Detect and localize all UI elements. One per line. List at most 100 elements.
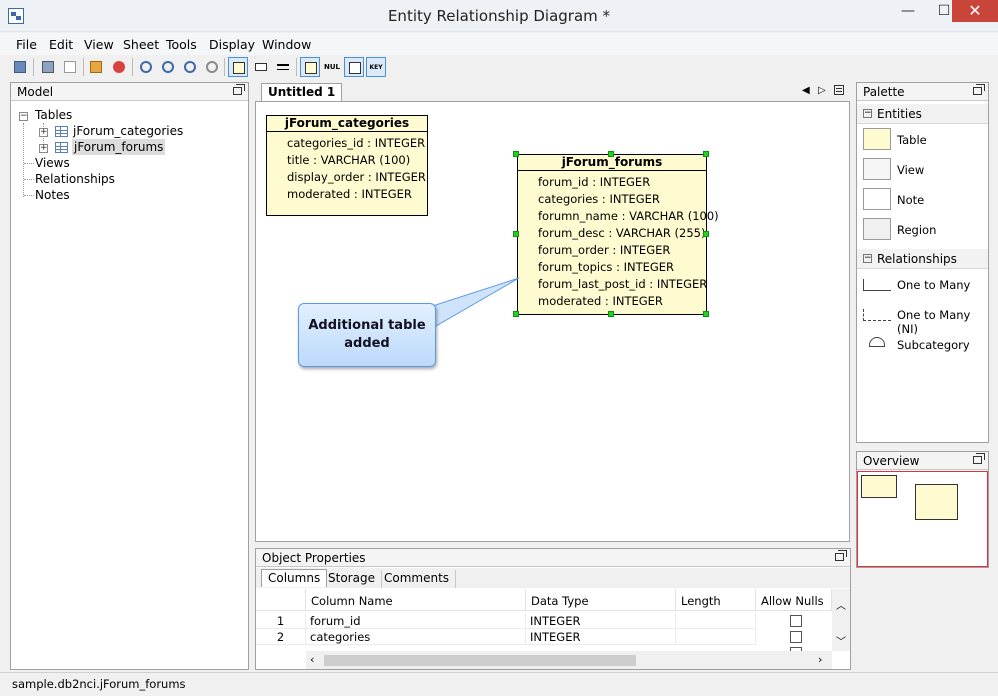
menu-edit[interactable]: Edit bbox=[49, 37, 73, 52]
expand-icon[interactable]: + bbox=[39, 144, 48, 153]
save-icon[interactable] bbox=[10, 57, 30, 77]
resize-handle[interactable] bbox=[608, 311, 614, 317]
palette-section-entities[interactable]: − Entities bbox=[857, 104, 988, 124]
subcategory-icon[interactable] bbox=[869, 337, 885, 347]
resize-handle[interactable] bbox=[703, 231, 709, 237]
close-button[interactable]: ✕ bbox=[952, 0, 998, 22]
show-nulls-icon[interactable]: NUL bbox=[322, 57, 342, 77]
toolbar-separator bbox=[132, 58, 133, 76]
entity-jforum-categories[interactable]: jForum_categories categories_id : INTEGE… bbox=[266, 115, 428, 216]
header-column-name[interactable]: Column Name bbox=[306, 589, 526, 611]
show-keys-icon[interactable] bbox=[300, 57, 320, 77]
tab-left-icon[interactable]: ◀ bbox=[802, 85, 810, 96]
view-icon[interactable] bbox=[863, 158, 891, 180]
header-length[interactable]: Length bbox=[676, 589, 756, 611]
tree-tables[interactable]: Tables bbox=[35, 108, 72, 122]
tree-table-item-selected[interactable]: jForum_forums bbox=[72, 139, 166, 155]
model-panel-header: Model bbox=[11, 83, 248, 101]
one-to-many-ni-icon[interactable] bbox=[863, 309, 891, 321]
stop-icon[interactable] bbox=[109, 57, 129, 77]
tab-comments[interactable]: Comments bbox=[378, 570, 457, 588]
horizontal-scrollbar[interactable]: ‹ › bbox=[306, 651, 832, 669]
allow-nulls-checkbox[interactable] bbox=[790, 631, 802, 643]
resize-handle[interactable] bbox=[608, 151, 614, 157]
overview-viewport[interactable] bbox=[857, 471, 988, 567]
entity-title: jForum_forums bbox=[518, 155, 706, 171]
tree-notes[interactable]: Notes bbox=[35, 188, 70, 202]
properties-icon[interactable] bbox=[86, 57, 106, 77]
palette-note[interactable]: Note bbox=[897, 193, 924, 207]
page-setup-icon[interactable] bbox=[60, 57, 80, 77]
toolbar-separator bbox=[83, 58, 84, 76]
print-icon[interactable] bbox=[38, 57, 58, 77]
palette-view[interactable]: View bbox=[897, 163, 924, 177]
expand-icon[interactable]: + bbox=[39, 128, 48, 137]
zoom-in-icon[interactable] bbox=[158, 57, 178, 77]
menu-file[interactable]: File bbox=[16, 37, 37, 52]
cell-data-type[interactable]: INTEGER bbox=[526, 613, 676, 629]
palette-one-to-many[interactable]: One to Many bbox=[897, 278, 970, 292]
scroll-left-icon[interactable]: ‹ bbox=[310, 653, 314, 666]
collapse-icon[interactable]: − bbox=[863, 254, 872, 263]
palette-panel: Palette − Entities Table View Note Regio… bbox=[856, 82, 989, 443]
zoom-out-icon[interactable] bbox=[180, 57, 200, 77]
menu-view[interactable]: View bbox=[84, 37, 114, 52]
document-tab[interactable]: Untitled 1 bbox=[261, 83, 343, 101]
collapse-icon[interactable]: − bbox=[19, 112, 28, 121]
zoom-fit-icon[interactable] bbox=[136, 57, 156, 77]
one-to-many-icon[interactable] bbox=[863, 279, 891, 291]
properties-tab-strip: Columns Storage Comments bbox=[256, 568, 850, 588]
tab-columns[interactable]: Columns bbox=[261, 569, 328, 587]
show-relationships-icon[interactable]: KEY bbox=[366, 57, 386, 77]
scroll-thumb[interactable] bbox=[324, 655, 636, 666]
restore-icon[interactable] bbox=[973, 453, 985, 464]
vertical-scrollbar[interactable]: ︿ ﹀ bbox=[832, 589, 850, 651]
cell-column-name[interactable]: categories bbox=[306, 629, 526, 645]
palette-one-to-many-ni[interactable]: One to Many (NI) bbox=[897, 308, 988, 336]
header-allow-nulls[interactable]: Allow Nulls bbox=[756, 589, 832, 611]
show-columns-icon[interactable] bbox=[228, 57, 248, 77]
tree-table-item[interactable]: jForum_categories bbox=[73, 124, 183, 138]
cell-data-type[interactable]: INTEGER bbox=[526, 629, 676, 645]
cell-length[interactable] bbox=[676, 613, 756, 629]
table-icon[interactable] bbox=[863, 128, 891, 150]
palette-section-relationships[interactable]: − Relationships bbox=[857, 249, 988, 269]
menu-window[interactable]: Window bbox=[262, 37, 311, 52]
scroll-right-icon[interactable]: › bbox=[818, 653, 822, 666]
scroll-down-icon[interactable]: ﹀ bbox=[836, 633, 846, 648]
restore-icon[interactable] bbox=[835, 550, 847, 561]
resize-handle[interactable] bbox=[513, 151, 519, 157]
menu-sheet[interactable]: Sheet bbox=[123, 37, 159, 52]
tab-right-icon[interactable]: ▷ bbox=[818, 85, 826, 96]
tree-relationships[interactable]: Relationships bbox=[35, 172, 115, 186]
resize-handle[interactable] bbox=[703, 151, 709, 157]
region-icon[interactable] bbox=[863, 218, 891, 240]
menu-display[interactable]: Display bbox=[209, 37, 255, 52]
tree-views[interactable]: Views bbox=[35, 156, 70, 170]
palette-table[interactable]: Table bbox=[897, 133, 927, 147]
cell-length[interactable] bbox=[676, 629, 756, 645]
menu-tools[interactable]: Tools bbox=[166, 37, 197, 52]
resize-handle[interactable] bbox=[513, 231, 519, 237]
resize-handle[interactable] bbox=[703, 311, 709, 317]
collapse-icon[interactable]: − bbox=[863, 109, 872, 118]
entity-jforum-forums[interactable]: jForum_forums forum_id : INTEGER categor… bbox=[517, 154, 719, 315]
show-header-icon[interactable] bbox=[273, 57, 293, 77]
show-datatypes-icon[interactable] bbox=[251, 57, 271, 77]
status-bar: sample.db2nci.jForum_forums bbox=[0, 672, 998, 696]
minimize-button[interactable]: — bbox=[885, 0, 931, 22]
palette-subcategory[interactable]: Subcategory bbox=[897, 338, 970, 352]
row-number: 1 bbox=[256, 613, 306, 629]
restore-icon[interactable] bbox=[233, 84, 245, 95]
restore-icon[interactable] bbox=[973, 84, 985, 95]
tab-storage[interactable]: Storage bbox=[322, 570, 382, 588]
cell-column-name[interactable]: forum_id bbox=[306, 613, 526, 629]
scroll-up-icon[interactable]: ︿ bbox=[836, 597, 846, 612]
palette-region[interactable]: Region bbox=[897, 223, 936, 237]
header-data-type[interactable]: Data Type bbox=[526, 589, 676, 611]
tab-list-icon[interactable] bbox=[834, 85, 844, 95]
note-icon[interactable] bbox=[863, 188, 891, 210]
show-indexes-icon[interactable] bbox=[344, 57, 364, 77]
zoom-reset-icon[interactable] bbox=[202, 57, 222, 77]
allow-nulls-checkbox[interactable] bbox=[790, 615, 802, 627]
